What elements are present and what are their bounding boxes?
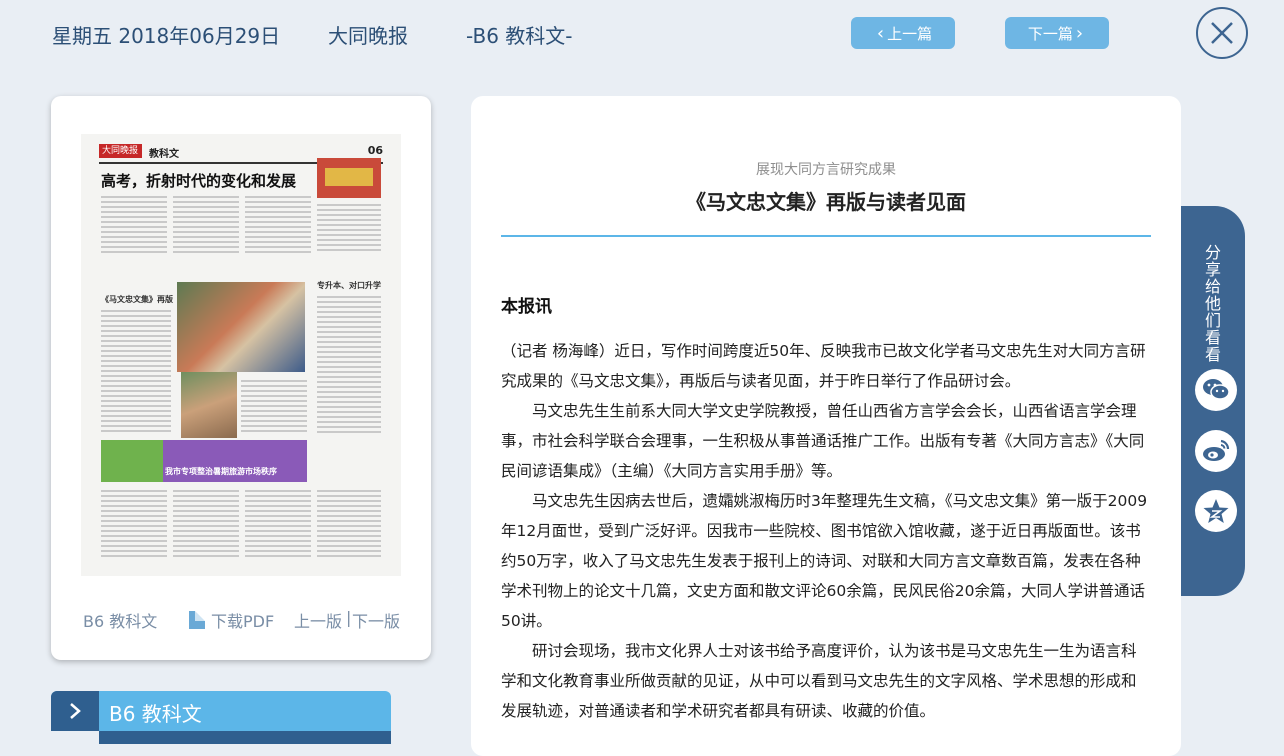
thumb-photo	[177, 282, 305, 372]
article-byline: 本报讯	[501, 297, 552, 317]
paper-name: 大同晚报	[328, 24, 408, 48]
share-wechat-button[interactable]	[1195, 369, 1237, 411]
title-divider	[501, 235, 1151, 237]
thumb-text-block	[317, 296, 381, 436]
thumb-page-number: 06	[367, 144, 383, 157]
thumb-logo: 大同晚报	[99, 144, 142, 158]
prev-article-button[interactable]: ‹ 上一篇	[851, 17, 955, 49]
article-title: 《马文忠文集》再版与读者见面	[686, 190, 966, 214]
thumb-ad-text: 我市专项整治暑期旅游市场秩序	[165, 467, 277, 476]
article-paragraph: （记者 杨海峰）近日，写作时间跨度近50年、反映我市已故文化学者马文忠先生对大同…	[501, 342, 1146, 390]
thumb-column: 教科文	[149, 149, 179, 160]
thumb-text-block	[173, 196, 239, 256]
article-body: （记者 杨海峰）近日，写作时间跨度近50年、反映我市已故文化学者马文忠先生对大同…	[501, 336, 1151, 726]
issue-date: 星期五 2018年06月29日	[52, 24, 281, 48]
article-paragraph: 马文忠先生生前系大同大学文史学院教授，曾任山西省方言学会会长，山西省语言学会理事…	[501, 402, 1145, 480]
next-article-button[interactable]: 下一篇 ›	[1005, 17, 1109, 49]
article-kicker: 展现大同方言研究成果	[756, 162, 896, 178]
article-paragraph: 马文忠先生因病去世后，遗孀姚淑梅历时3年整理先生文稿，《马文忠文集》第一版于20…	[501, 492, 1148, 630]
share-panel: 分享给他们看看	[1181, 206, 1245, 596]
thumb-subheadline: 《马文忠文集》再版	[101, 295, 173, 304]
thumb-text-block	[245, 196, 311, 256]
prev-page-link[interactable]: 上一版	[294, 608, 342, 632]
chevron-right-icon: ›	[1075, 22, 1084, 44]
favorite-icon	[1203, 499, 1229, 523]
chevron-left-icon: ‹	[876, 22, 885, 44]
section-list-strip	[99, 731, 391, 744]
prev-article-label: 上一篇	[887, 24, 933, 43]
page-section-label: -B6 教科文-	[466, 24, 573, 48]
close-button[interactable]	[1196, 7, 1248, 59]
download-pdf-link[interactable]: 下载PDF	[189, 608, 274, 632]
thumb-text-block	[101, 490, 167, 560]
thumb-text-block	[317, 490, 381, 560]
thumb-banner-accent	[325, 168, 373, 186]
wechat-icon	[1203, 379, 1230, 400]
section-title: B6 教科文	[109, 702, 202, 726]
link-separator: |	[346, 608, 352, 627]
close-icon	[1211, 22, 1233, 44]
thumb-subheadline: 专升本、对口升学	[317, 281, 381, 290]
share-favorite-button[interactable]	[1195, 490, 1237, 532]
thumb-text-block	[101, 310, 171, 435]
newspaper-page-thumbnail[interactable]: 大同晚报 教科文 06 高考，折射时代的变化和发展 《马文忠文集》再版 专升本、…	[81, 134, 401, 576]
thumb-text-block	[101, 196, 167, 256]
download-pdf-label: 下载PDF	[211, 612, 275, 631]
weibo-icon	[1203, 439, 1230, 461]
current-page-label: B6 教科文	[83, 612, 158, 631]
article-paragraph: 研讨会现场，我市文化界人士对该书给予高度评价，认为该书是马文忠先生一生为语言科学…	[501, 642, 1137, 720]
share-label: 分享给他们看看	[1204, 243, 1221, 364]
thumb-text-block	[317, 204, 381, 254]
thumb-text-block	[173, 490, 239, 560]
section-header[interactable]: B6 教科文	[51, 691, 391, 731]
section-toggle[interactable]	[51, 691, 99, 731]
thumb-text-block	[241, 380, 307, 435]
page-thumbnail-card: 大同晚报 教科文 06 高考，折射时代的变化和发展 《马文忠文集》再版 专升本、…	[51, 96, 431, 660]
next-article-label: 下一篇	[1027, 24, 1073, 43]
thumb-ad-graphic	[101, 440, 163, 482]
chevron-right-icon	[70, 703, 81, 719]
next-page-link[interactable]: 下一版	[352, 608, 400, 632]
pdf-icon	[189, 611, 205, 629]
share-weibo-button[interactable]	[1195, 430, 1237, 472]
thumb-headline: 高考，折射时代的变化和发展	[101, 172, 297, 190]
thumb-text-block	[245, 490, 311, 560]
thumb-photo	[181, 372, 237, 438]
article-panel: 展现大同方言研究成果 《马文忠文集》再版与读者见面 本报讯 （记者 杨海峰）近日…	[471, 96, 1181, 756]
